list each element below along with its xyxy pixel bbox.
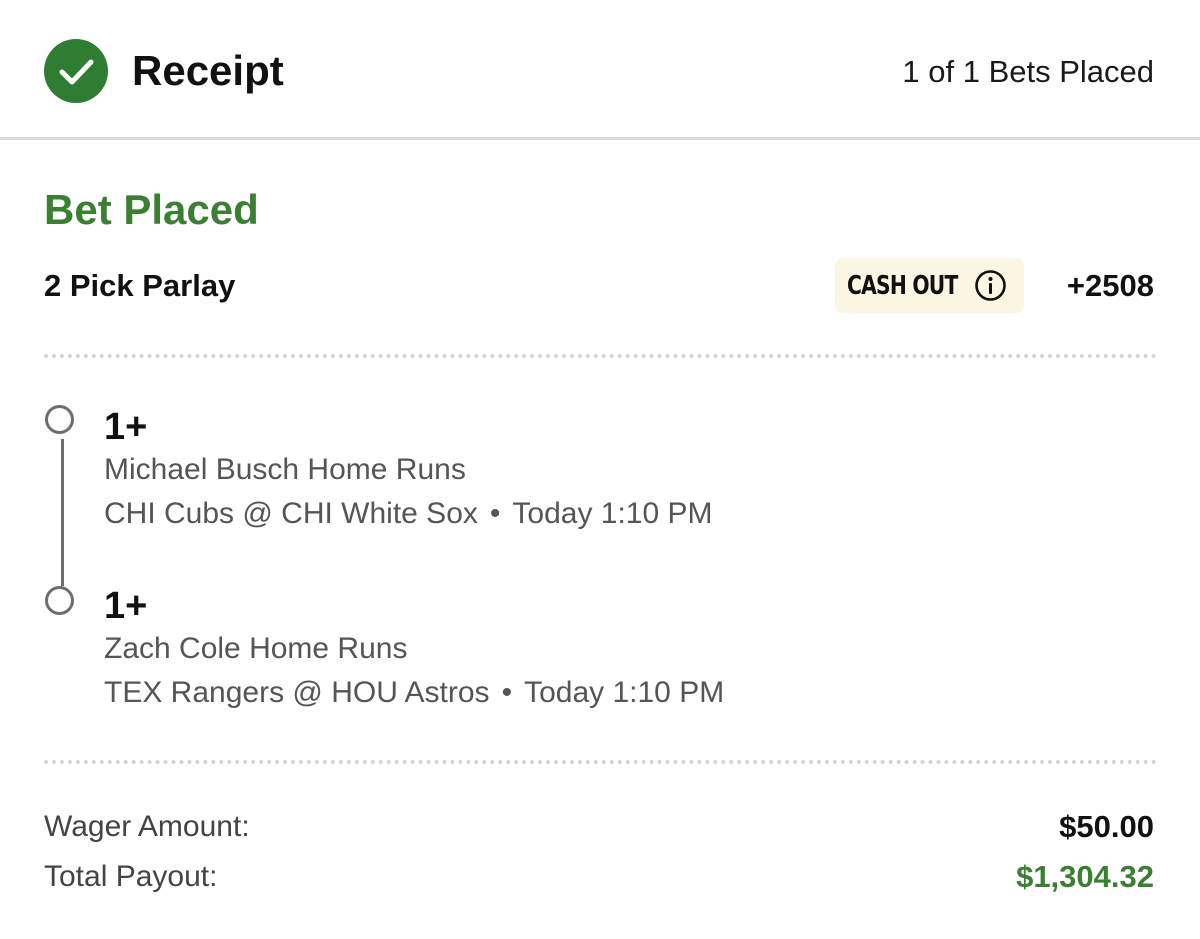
- page-title: Receipt: [132, 47, 284, 94]
- leg-status-dot: [45, 405, 74, 434]
- bets-placed-count: 1 of 1 Bets Placed: [902, 54, 1154, 89]
- leg-line: 1+: [104, 585, 148, 627]
- wager-amount-value: $50.00: [1059, 809, 1154, 844]
- total-payout-value: $1,304.32: [1016, 859, 1154, 894]
- divider: [44, 760, 1157, 764]
- cash-out-label: CASH OUT: [847, 271, 958, 301]
- info-icon[interactable]: [974, 269, 1007, 302]
- separator-dot: •: [489, 497, 501, 530]
- cash-out-button[interactable]: CASH OUT: [835, 258, 1024, 313]
- leg-status-dot: [45, 586, 74, 615]
- separator-dot: •: [501, 676, 513, 709]
- receipt-header: Receipt 1 of 1 Bets Placed: [0, 0, 1200, 140]
- leg-game-info: TEX Rangers @ HOU Astros • Today 1:10 PM: [104, 673, 724, 713]
- check-circle-icon: [44, 39, 108, 103]
- leg-line: 1+: [104, 406, 148, 448]
- bet-status: Bet Placed: [44, 186, 259, 233]
- leg-market: Zach Cole Home Runs: [104, 632, 408, 665]
- leg-time: Today 1:10 PM: [524, 676, 725, 709]
- total-payout-label: Total Payout:: [44, 860, 218, 893]
- leg-matchup: TEX Rangers @ HOU Astros: [104, 676, 490, 709]
- leg-time: Today 1:10 PM: [512, 497, 713, 530]
- leg-matchup: CHI Cubs @ CHI White Sox: [104, 497, 478, 530]
- divider: [44, 354, 1157, 358]
- leg-market: Michael Busch Home Runs: [104, 453, 466, 486]
- wager-amount-label: Wager Amount:: [44, 810, 250, 843]
- parlay-odds: +2508: [1066, 268, 1154, 303]
- timeline-connector: [61, 439, 64, 586]
- bet-type: 2 Pick Parlay: [44, 268, 236, 303]
- leg-game-info: CHI Cubs @ CHI White Sox • Today 1:10 PM: [104, 494, 713, 534]
- receipt-card: Receipt 1 of 1 Bets Placed Bet Placed 2 …: [0, 0, 1200, 939]
